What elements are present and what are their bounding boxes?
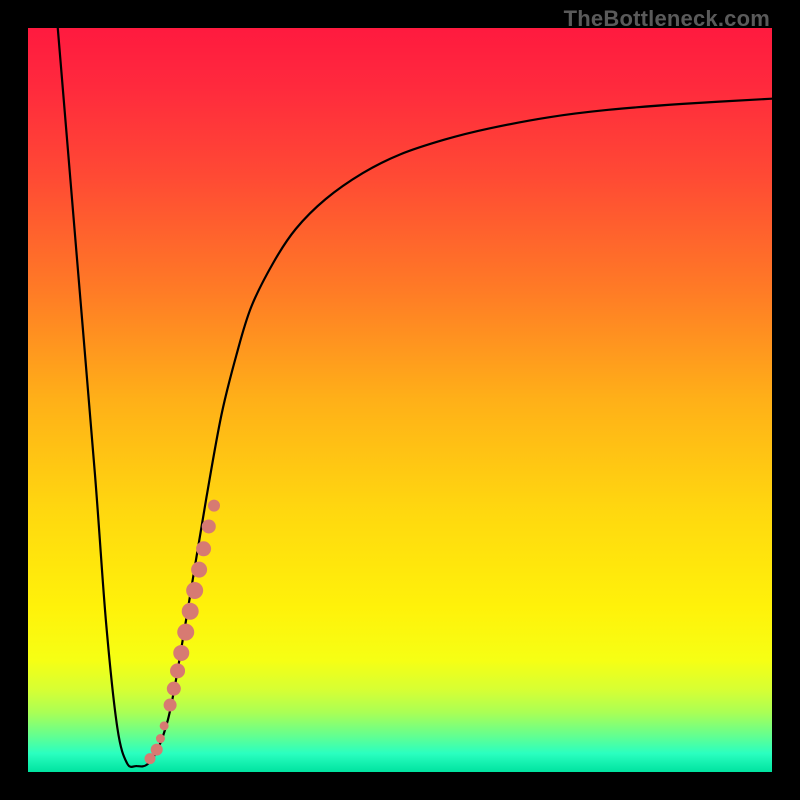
- marker-dot: [202, 519, 216, 533]
- bottleneck-chart: [28, 28, 772, 772]
- chart-frame: [28, 28, 772, 772]
- marker-dot: [186, 582, 203, 599]
- marker-dot: [151, 744, 163, 756]
- marker-dot: [167, 682, 181, 696]
- marker-dot: [196, 541, 211, 556]
- marker-dot: [173, 645, 189, 661]
- marker-dot: [191, 562, 207, 578]
- marker-dot: [170, 663, 185, 678]
- marker-dot: [177, 624, 194, 641]
- marker-dot: [208, 500, 220, 512]
- marker-dot: [156, 734, 165, 743]
- chart-background: [28, 28, 772, 772]
- marker-dot: [164, 699, 177, 712]
- marker-dot: [160, 721, 169, 730]
- marker-dot: [182, 603, 199, 620]
